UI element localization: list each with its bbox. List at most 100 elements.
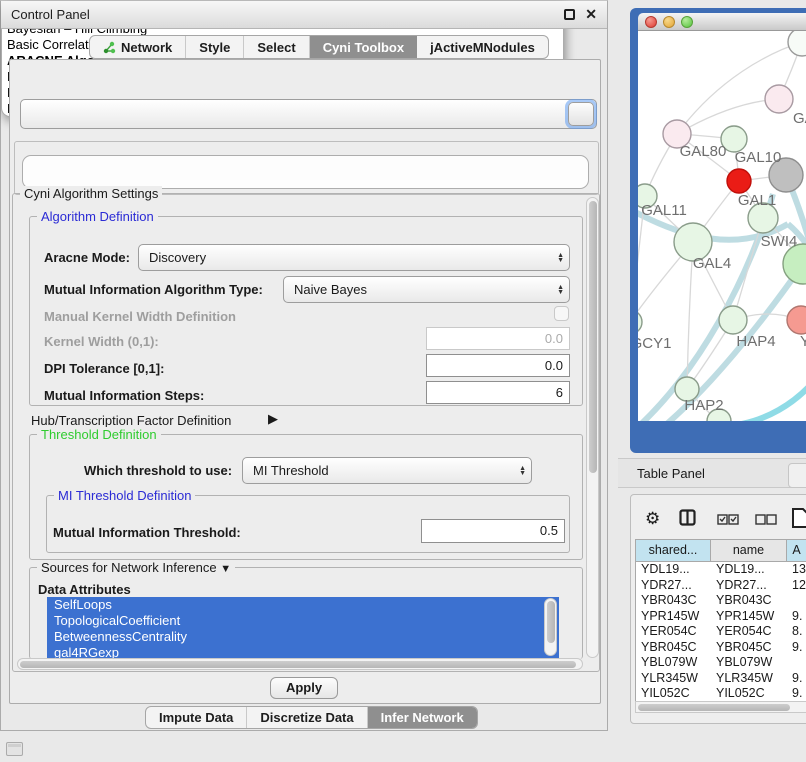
table-panel-tab[interactable] [788, 463, 806, 488]
network-canvas[interactable]: GALGAL80GAL10GAL1SWI4GAL11GAL4GCY1HAP4YH… [638, 31, 806, 421]
apply-button[interactable]: Apply [270, 677, 338, 699]
mi-threshold-label: Mutual Information Threshold: [53, 525, 241, 540]
table-row[interactable]: YDR27... YDR27... 12 [636, 578, 806, 594]
network-node-label: SWI4 [761, 233, 798, 250]
kernel-width-field[interactable]: 0.0 [426, 327, 570, 350]
data-attributes-list[interactable]: SelfLoopsTopologicalCoefficientBetweenne… [47, 597, 559, 659]
combo-arrow-button[interactable] [568, 102, 594, 126]
network-edge-cyan [736, 374, 806, 421]
table-row[interactable]: YDL19... YDL19... 13 [636, 562, 806, 578]
mi-type-label: Mutual Information Algorithm Type: [44, 282, 263, 297]
table-header-row: shared... name A [636, 540, 806, 562]
network-node-label: GAL11 [641, 202, 687, 219]
aracne-mode-combobox[interactable]: Discovery ▲▼ [138, 244, 570, 271]
tab-impute-data[interactable]: Impute Data [146, 707, 247, 728]
which-threshold-combobox[interactable]: MI Threshold ▲▼ [242, 457, 532, 484]
list-item[interactable]: gal4RGexp [47, 645, 559, 659]
settings-horizontal-scrollbar[interactable] [17, 658, 583, 670]
sources-group-title: Sources for Network Inference ▼ [37, 560, 235, 575]
gear-icon[interactable]: ⚙ [645, 509, 660, 529]
mi-threshold-group: MI Threshold Definition Mutual Informati… [46, 495, 570, 553]
network-window-titlebar[interactable] [638, 13, 806, 31]
minimize-window-icon[interactable] [663, 16, 675, 28]
settings-group-title: Cyni Algorithm Settings [20, 186, 162, 201]
list-scrollbar[interactable] [544, 598, 557, 656]
tab-jactivemnodules[interactable]: jActiveMNodules [417, 36, 548, 58]
cyni-algorithm-settings-group: Cyni Algorithm Settings Algorithm Defini… [12, 193, 600, 672]
close-icon[interactable]: ✕ [585, 6, 597, 23]
expand-arrow-icon[interactable]: ▶ [268, 411, 278, 427]
table-row[interactable]: YLR345W YLR345W 9. [636, 671, 806, 687]
table-row[interactable]: YBR045C YBR045C 9. [636, 640, 806, 656]
collapse-arrow-icon[interactable]: ▼ [220, 563, 231, 575]
list-item[interactable]: BetweennessCentrality [47, 629, 559, 645]
list-item[interactable]: SelfLoops [47, 597, 559, 613]
settings-vertical-scrollbar[interactable] [586, 197, 599, 658]
tab-discretize-data[interactable]: Discretize Data [247, 707, 367, 728]
manual-kernel-label: Manual Kernel Width Definition [44, 309, 236, 324]
tab-cyni-toolbox[interactable]: Cyni Toolbox [310, 36, 417, 58]
table-row[interactable]: YPR145W YPR145W 9. [636, 609, 806, 625]
table-horizontal-scrollbar[interactable] [635, 701, 806, 713]
column-header-name[interactable]: name [711, 540, 787, 561]
network-node[interactable] [788, 31, 806, 56]
tab-network[interactable]: Network [90, 36, 186, 58]
minimized-panel-icon[interactable] [6, 742, 23, 756]
network-node-label: Y [800, 333, 806, 350]
tab-style[interactable]: Style [186, 36, 244, 58]
table-row[interactable]: YBR043C YBR043C [636, 593, 806, 609]
close-window-icon[interactable] [645, 16, 657, 28]
float-panel-icon[interactable] [564, 9, 575, 20]
threshold-definition-group: Threshold Definition Which threshold to … [29, 434, 583, 560]
tab-infer-network[interactable]: Infer Network [368, 707, 477, 728]
new-table-icon[interactable] [791, 507, 806, 534]
mi-steps-label: Mutual Information Steps: [44, 388, 204, 403]
zoom-window-icon[interactable] [681, 16, 693, 28]
dpi-tolerance-label: DPI Tolerance [0,1]: [44, 361, 164, 376]
split-columns-icon[interactable] [679, 509, 696, 531]
table-panel-inner: ⚙ shared... name A YDL19... YD [630, 494, 806, 724]
tab-select[interactable]: Select [244, 36, 309, 58]
network-node-label: GAL4 [693, 255, 731, 272]
threshold-definition-title: Threshold Definition [37, 427, 161, 442]
table-row[interactable]: YBL079W YBL079W [636, 655, 806, 671]
table-row[interactable]: YIL052C YIL052C 9. [636, 686, 806, 702]
select-all-columns-icon[interactable] [717, 512, 739, 530]
table-row[interactable]: YER054C YER054C 8. [636, 624, 806, 640]
mi-algorithm-type-combobox[interactable]: Naive Bayes ▲▼ [283, 276, 570, 303]
network-node-label: GAL80 [680, 143, 727, 160]
network-node-label: GCY1 [638, 335, 671, 352]
combo-arrows-icon: ▲▼ [557, 253, 564, 263]
data-table-field[interactable] [22, 155, 589, 189]
manual-kernel-checkbox[interactable] [554, 306, 569, 321]
node-table[interactable]: shared... name A YDL19... YDL19... 13 YD… [635, 539, 806, 702]
network-node-label: HAP2 [684, 397, 723, 414]
network-node[interactable] [719, 306, 747, 334]
which-threshold-value: MI Threshold [253, 463, 329, 478]
table-panel-body: ⚙ shared... name A YDL19... YD [618, 488, 806, 762]
network-node[interactable] [783, 244, 806, 284]
deselect-all-columns-icon[interactable] [755, 512, 777, 530]
network-node-label: GAL10 [735, 149, 782, 166]
aracne-mode-value: Discovery [149, 250, 206, 265]
table-rows: YDL19... YDL19... 13 YDR27... YDR27... 1… [636, 562, 806, 702]
network-tab-icon [103, 41, 116, 54]
network-node[interactable] [787, 306, 806, 334]
aracne-mode-label: Aracne Mode: [44, 250, 130, 265]
bottom-tabbar: Impute Data Discretize Data Infer Networ… [145, 706, 478, 729]
inference-algorithm-combobox[interactable] [20, 99, 597, 129]
mi-threshold-field[interactable]: 0.5 [421, 519, 565, 543]
control-panel: Control Panel ✕ Network Style Select Cyn… [0, 0, 608, 731]
network-node[interactable] [638, 310, 642, 334]
network-node[interactable] [765, 85, 793, 113]
network-node-label: GAL1 [738, 192, 776, 209]
control-panel-titlebar: Control Panel ✕ [1, 1, 607, 29]
dpi-tolerance-field[interactable]: 0.0 [426, 354, 570, 377]
network-node[interactable] [727, 169, 751, 193]
list-item[interactable]: TopologicalCoefficient [47, 613, 559, 629]
column-header-third[interactable]: A [787, 540, 806, 561]
network-view-window: GALGAL80GAL10GAL1SWI4GAL11GAL4GCY1HAP4YH… [630, 8, 806, 453]
mi-steps-field[interactable]: 6 [426, 381, 570, 404]
table-panel-title: Table Panel [637, 459, 705, 489]
column-header-shared-name[interactable]: shared... [636, 540, 711, 561]
